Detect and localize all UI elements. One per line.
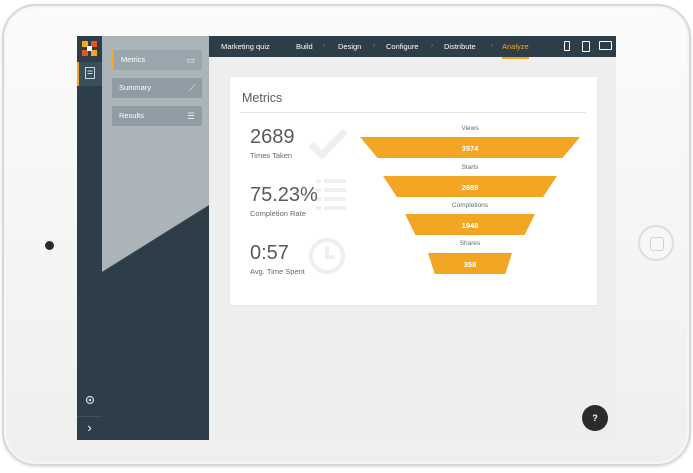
check-icon xyxy=(308,128,348,161)
tab-build[interactable]: Build xyxy=(296,36,313,57)
tab-distribute[interactable]: Distribute xyxy=(444,36,476,57)
report-icon xyxy=(77,67,102,82)
chevron-right-icon: › xyxy=(323,43,325,49)
sidebar-item-metrics[interactable]: Metrics ▭ xyxy=(112,50,202,70)
avg-time-label: Avg. Time Spent xyxy=(250,267,305,276)
top-nav-bar: Marketing quiz Build › Design › Configur… xyxy=(209,36,616,59)
gear-icon[interactable] xyxy=(77,394,102,409)
sidebar-item-label: Summary xyxy=(119,83,152,92)
camera-dot xyxy=(45,241,54,250)
quiz-title: Marketing quiz xyxy=(221,42,270,51)
tab-configure[interactable]: Configure xyxy=(386,36,419,57)
chart-icon: ⟋ xyxy=(188,83,195,93)
home-button[interactable] xyxy=(638,225,674,261)
list-icon: ☰ xyxy=(186,111,195,121)
list-icon xyxy=(316,179,346,210)
funnel-value-views: 3574 xyxy=(461,144,479,153)
phone-icon[interactable] xyxy=(564,41,570,51)
desktop-icon[interactable] xyxy=(599,41,612,50)
funnel-value-completions: 1948 xyxy=(461,221,479,230)
tab-design[interactable]: Design xyxy=(338,36,361,57)
chevron-right-icon: › xyxy=(373,43,375,49)
funnel-value-shares: 358 xyxy=(463,260,477,269)
funnel-label-views: Views xyxy=(461,125,479,132)
left-rail: › xyxy=(77,36,102,440)
times-taken-label: Times Taken xyxy=(250,151,293,160)
sidebar-item-results[interactable]: Results ☰ xyxy=(112,106,202,126)
sidebar-item-label: Results xyxy=(119,111,145,120)
sidebar-item-label: Metrics xyxy=(121,55,146,64)
help-button[interactable]: ? xyxy=(582,405,608,431)
tablet-icon[interactable] xyxy=(582,41,590,52)
metrics-title: Metrics xyxy=(242,91,283,105)
funnel-label-starts: Starts xyxy=(461,164,479,171)
metrics-card: Metrics 2689 Times Taken 75.23% Completi… xyxy=(230,77,597,305)
app-logo[interactable] xyxy=(82,41,97,56)
funnel-label-shares: Shares xyxy=(459,240,481,247)
avg-time-value: 0:57 xyxy=(250,242,289,264)
tab-analyze[interactable]: Analyze xyxy=(502,36,529,59)
sidebar: Metrics ▭ Summary ⟋ Results ☰ xyxy=(102,36,209,440)
app-screen: › Metrics ▭ Summary ⟋ Results ☰ Marketin… xyxy=(77,36,616,440)
image-icon: ▭ xyxy=(186,55,195,65)
divider xyxy=(240,112,586,113)
completion-rate-label: Completion Rate xyxy=(250,209,306,218)
sidebar-item-summary[interactable]: Summary ⟋ xyxy=(112,78,202,98)
funnel-value-starts: 2689 xyxy=(461,183,479,192)
chevron-right-icon: › xyxy=(491,43,493,49)
funnel-label-completions: Completions xyxy=(451,202,489,209)
times-taken-value: 2689 xyxy=(250,126,295,148)
chevron-right-icon: › xyxy=(431,43,433,49)
completion-rate-value: 75.23% xyxy=(250,184,318,206)
clock-icon xyxy=(309,238,345,274)
chevron-right-icon[interactable]: › xyxy=(77,416,102,440)
